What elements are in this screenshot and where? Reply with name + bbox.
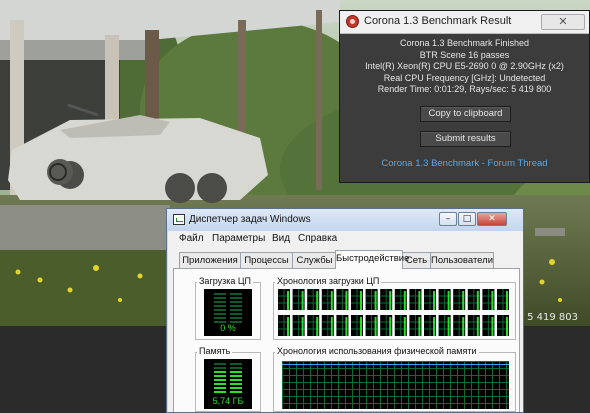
forum-thread-link[interactable]: Corona 1.3 Benchmark - Forum Thread — [340, 158, 589, 169]
cpu-core-graph — [351, 315, 363, 336]
task-manager-body: Приложения Процессы Службы Быстродействи… — [168, 247, 523, 412]
cpu-core-graph — [380, 315, 393, 336]
tab-performance[interactable]: Быстродействие — [335, 250, 409, 269]
cpu-core-graph — [424, 289, 436, 310]
task-manager-window: Диспетчер задач Windows – □ ✕ Файл Парам… — [166, 208, 524, 413]
performance-panel: 0 % Загрузка ЦП Хронология загрузки ЦП 5… — [173, 268, 520, 412]
cpu-core-graph — [307, 315, 320, 336]
cpu-core-graph — [482, 315, 495, 336]
memory-history-graph — [282, 361, 509, 409]
memory-label: Память — [197, 346, 233, 356]
corona-benchmark-window: Corona 1.3 Benchmark Result ✕ Corona 1.3… — [339, 10, 590, 183]
cpu-core-graph — [307, 289, 320, 310]
memory-meter: 5,74 ГБ — [204, 359, 252, 409]
task-manager-title: Диспетчер задач Windows — [189, 214, 311, 225]
cpu-usage-label: Загрузка ЦП — [197, 276, 254, 286]
memory-usage-value: 5,74 ГБ — [212, 396, 244, 406]
cpu-core-graph — [409, 289, 422, 310]
corona-titlebar[interactable]: Corona 1.3 Benchmark Result ✕ — [340, 11, 589, 34]
result-line-scene: BTR Scene 16 passes — [419, 49, 510, 60]
corona-window-title: Corona 1.3 Benchmark Result — [364, 15, 512, 27]
cpu-core-graph — [278, 289, 290, 310]
menu-help[interactable]: Справка — [298, 233, 337, 244]
task-manager-titlebar[interactable]: Диспетчер задач Windows – □ ✕ — [167, 209, 523, 231]
memory-history-line — [282, 364, 509, 365]
cpu-core-graph — [453, 315, 466, 336]
cpu-usage-meter: 0 % — [204, 289, 252, 336]
tab-applications[interactable]: Приложения — [179, 252, 241, 268]
copy-to-clipboard-button[interactable]: Copy to clipboard — [420, 106, 511, 122]
result-line-finished: Corona 1.3 Benchmark Finished — [399, 38, 530, 48]
close-icon[interactable]: ✕ — [477, 212, 507, 226]
cpu-meter-bars — [214, 293, 242, 323]
benchmark-result-text: Corona 1.3 Benchmark Finished BTR Scene … — [340, 38, 589, 96]
memory-meter-bars — [214, 363, 242, 393]
cpu-core-graph — [467, 289, 480, 310]
cpu-core-graph — [467, 315, 480, 336]
cpu-core-graph — [336, 315, 349, 336]
task-manager-icon — [173, 214, 185, 225]
cpu-core-graph — [321, 315, 334, 336]
cpu-core-graph — [394, 289, 407, 310]
cpu-core-graph — [409, 315, 422, 336]
cpu-history-graphs — [278, 289, 509, 336]
submit-results-button[interactable]: Submit results — [420, 131, 511, 147]
cpu-core-graph — [453, 289, 466, 310]
cpu-usage-value: 0 % — [220, 323, 236, 333]
cpu-core-graph — [482, 289, 495, 310]
cpu-core-graph — [278, 315, 290, 336]
cpu-core-graph — [365, 289, 378, 310]
cpu-core-graph — [321, 289, 334, 310]
close-icon[interactable]: ✕ — [541, 14, 585, 30]
memory-history-label: Хронология использования физической памя… — [275, 346, 479, 356]
cpu-core-graph — [424, 315, 436, 336]
cpu-usage-group: 0 % — [195, 282, 261, 340]
menu-file[interactable]: Файл — [179, 233, 204, 244]
cpu-core-graph — [394, 315, 407, 336]
tab-services[interactable]: Службы — [292, 252, 337, 268]
cpu-core-graph — [292, 289, 305, 310]
result-line-cpu: Intel(R) Xeon(R) CPU E5-2690 0 @ 2.90GHz… — [365, 61, 564, 71]
cpu-core-graph — [497, 289, 509, 310]
cpu-core-graph — [380, 289, 393, 310]
cpu-core-graph — [438, 289, 451, 310]
task-manager-menubar: Файл Параметры Вид Справка — [168, 231, 523, 247]
memory-group: 5,74 ГБ — [195, 352, 261, 412]
cpu-core-graph — [497, 315, 509, 336]
result-line-render-time: Render Time: 0:01:29, Rays/sec: 5 419 80… — [377, 84, 552, 94]
cpu-core-graph — [438, 315, 451, 336]
cpu-history-label: Хронология загрузки ЦП — [275, 276, 382, 286]
memory-history-group — [273, 352, 516, 412]
result-line-frequency: Real CPU Frequency [GHz]: Undetected — [383, 72, 546, 83]
tab-users[interactable]: Пользователи — [430, 252, 494, 268]
cpu-history-group — [273, 282, 516, 340]
menu-view[interactable]: Вид — [272, 233, 290, 244]
minimize-icon[interactable]: – — [439, 212, 457, 226]
tab-processes[interactable]: Процессы — [240, 252, 293, 268]
corona-logo-icon — [346, 15, 359, 28]
cpu-core-graph — [292, 315, 305, 336]
cpu-core-graph — [351, 289, 363, 310]
cpu-core-graph — [336, 289, 349, 310]
maximize-icon[interactable]: □ — [458, 212, 476, 226]
menu-options[interactable]: Параметры — [212, 233, 265, 244]
cpu-core-graph — [365, 315, 378, 336]
